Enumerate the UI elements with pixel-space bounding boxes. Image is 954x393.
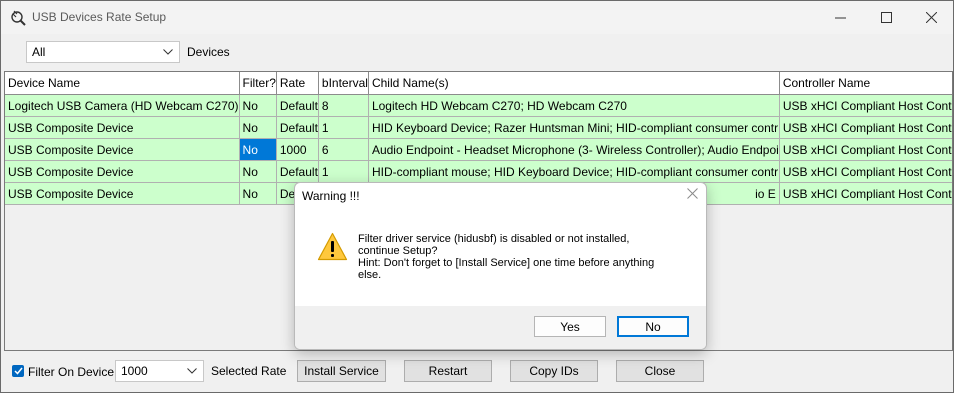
- cell-device-name[interactable]: USB Composite Device: [5, 182, 240, 205]
- cell-device-name[interactable]: USB Composite Device: [5, 116, 240, 139]
- table-row[interactable]: USB Composite Device No 1000 6 Audio End…: [5, 138, 952, 161]
- devices-label: Devices: [187, 45, 230, 59]
- cell-filter-selected[interactable]: No: [239, 138, 277, 161]
- close-button[interactable]: Close: [616, 360, 704, 382]
- no-button[interactable]: No: [617, 316, 689, 337]
- cell-filter[interactable]: No: [239, 182, 277, 205]
- device-filter-value: All: [32, 45, 46, 59]
- cell-filter[interactable]: No: [239, 116, 277, 139]
- cell-child-names[interactable]: Audio Endpoint - Headset Microphone (3- …: [368, 138, 780, 161]
- cell-child-names[interactable]: HID Keyboard Device; Razer Huntsman Mini…: [368, 116, 780, 139]
- cell-rate[interactable]: Default: [276, 94, 319, 117]
- chevron-down-icon: [187, 368, 197, 374]
- close-icon: [925, 11, 937, 23]
- cell-device-name[interactable]: Logitech USB Camera (HD Webcam C270): [5, 94, 240, 117]
- checkmark-icon: [13, 367, 23, 375]
- restart-button[interactable]: Restart: [404, 360, 492, 382]
- table-row[interactable]: USB Composite Device No Default 1 HID Ke…: [5, 116, 952, 139]
- column-header-filter[interactable]: Filter?: [239, 72, 277, 95]
- cell-child-names[interactable]: HID-compliant mouse; HID Keyboard Device…: [368, 160, 780, 183]
- dialog-footer: Yes No: [295, 306, 706, 349]
- cell-filter[interactable]: No: [239, 160, 277, 183]
- selected-rate-label: Selected Rate: [211, 364, 287, 378]
- title-bar[interactable]: USB Devices Rate Setup: [1, 1, 953, 34]
- minimize-button[interactable]: [817, 1, 863, 33]
- warning-icon: [317, 232, 348, 261]
- cell-controller-name[interactable]: USB xHCI Compliant Host Controller - Int…: [779, 160, 952, 183]
- cell-rate[interactable]: Default: [276, 116, 319, 139]
- cell-binterval[interactable]: 8: [318, 94, 369, 117]
- dialog-close-icon[interactable]: [687, 188, 698, 199]
- device-filter-select[interactable]: All: [26, 41, 180, 63]
- cell-controller-name[interactable]: USB xHCI Compliant Host Controller - Int…: [779, 182, 952, 205]
- warning-dialog: Warning !!! Filter driver service (hidus…: [294, 182, 707, 350]
- dialog-title: Warning !!!: [302, 189, 360, 203]
- cell-device-name[interactable]: USB Composite Device: [5, 138, 240, 161]
- column-header-child-names[interactable]: Child Name(s): [368, 72, 780, 95]
- maximize-icon: [880, 11, 892, 23]
- rate-select[interactable]: 1000: [115, 360, 204, 382]
- usb-app-icon: [11, 10, 26, 26]
- table-row[interactable]: USB Composite Device No Default 1 HID-co…: [5, 160, 952, 183]
- cell-binterval[interactable]: 1: [318, 160, 369, 183]
- filter-toolbar: All Devices: [1, 34, 953, 70]
- cell-binterval[interactable]: 6: [318, 138, 369, 161]
- filter-on-device-label[interactable]: Filter On Device: [28, 365, 114, 379]
- rate-select-value: 1000: [121, 364, 148, 378]
- cell-filter[interactable]: No: [239, 94, 277, 117]
- cell-device-name[interactable]: USB Composite Device: [5, 160, 240, 183]
- cell-binterval[interactable]: 1: [318, 116, 369, 139]
- table-header-row: Device Name Filter? Rate bInterval Child…: [5, 72, 952, 95]
- column-header-controller-name[interactable]: Controller Name: [779, 72, 952, 95]
- cell-controller-name[interactable]: USB xHCI Compliant Host Controller - Int…: [779, 138, 952, 161]
- bottom-toolbar: Filter On Device 1000 Selected Rate Inst…: [1, 353, 953, 392]
- cell-rate[interactable]: 1000: [276, 138, 319, 161]
- cell-controller-name[interactable]: USB xHCI Compliant Host Controller - Int…: [779, 94, 952, 117]
- copy-ids-button[interactable]: Copy IDs: [510, 360, 598, 382]
- dialog-message: Filter driver service (hidusbf) is disab…: [358, 233, 655, 281]
- yes-button[interactable]: Yes: [534, 316, 606, 337]
- cell-controller-name[interactable]: USB xHCI Compliant Host Controller - Int…: [779, 116, 952, 139]
- install-service-button[interactable]: Install Service: [297, 360, 386, 382]
- chevron-down-icon: [163, 49, 173, 55]
- filter-on-device-checkbox[interactable]: [12, 365, 24, 377]
- table-row[interactable]: Logitech USB Camera (HD Webcam C270) No …: [5, 94, 952, 117]
- column-header-rate[interactable]: Rate: [276, 72, 319, 95]
- window-title: USB Devices Rate Setup: [32, 10, 167, 24]
- close-window-button[interactable]: [908, 1, 953, 33]
- cell-child-names[interactable]: Logitech HD Webcam C270; HD Webcam C270: [368, 94, 780, 117]
- maximize-button[interactable]: [863, 1, 909, 33]
- cell-rate[interactable]: Default: [276, 160, 319, 183]
- main-window: USB Devices Rate Setup All Devices Devic…: [0, 0, 954, 393]
- column-header-binterval[interactable]: bInterval: [318, 72, 369, 95]
- column-header-device-name[interactable]: Device Name: [5, 72, 240, 95]
- minimize-icon: [834, 17, 846, 18]
